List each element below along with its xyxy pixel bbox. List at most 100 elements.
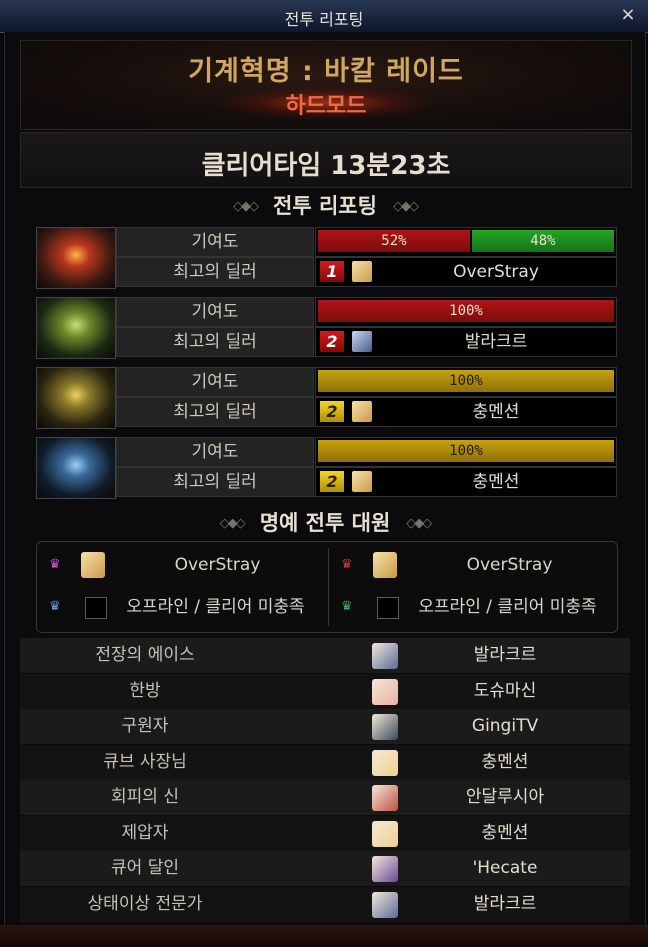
top-dealer-label: 최고의 딜러 — [116, 397, 314, 427]
top-dealer-cell: 2 발라크르 — [315, 327, 617, 357]
boss-portrait — [36, 437, 116, 499]
member-name: OverStray — [466, 555, 553, 575]
award-row: 큐어 달인 'Hecate — [20, 851, 630, 886]
player-avatar — [372, 714, 398, 740]
rank-badge: 2 — [320, 331, 344, 352]
clear-time-panel: 클리어타임 13분23초 — [20, 132, 632, 188]
honor-heading: ◇◆◇ 명예 전투 대원 ◇◆◇ — [20, 507, 630, 535]
award-player: 충멘션 — [481, 751, 529, 772]
empty-slot-icon — [377, 597, 399, 619]
boss-row: 기여도 52% 48% 최고의 딜러 1 OverStray — [36, 227, 617, 289]
award-title: 제압자 — [121, 822, 169, 843]
rank-badge: 1 — [320, 261, 344, 282]
clear-time: 클리어타임 13분23초 — [201, 151, 451, 181]
award-row: 한방 도슈마신 — [20, 673, 630, 709]
member-name: 오프라인 / 클리어 미충족 — [126, 597, 305, 617]
top-dealer-label: 최고의 딜러 — [116, 327, 314, 357]
member-name: OverStray — [174, 555, 261, 575]
boss-row: 기여도 100% 최고의 딜러 2 충멘션 — [36, 367, 617, 429]
crown-icon: ♛ — [49, 557, 61, 572]
player-avatar — [372, 785, 398, 811]
award-title: 한방 — [129, 680, 161, 701]
dealer-name: 발라크르 — [464, 332, 528, 352]
boss-portrait — [36, 367, 116, 429]
close-icon[interactable]: × — [618, 5, 638, 25]
top-dealer-cell: 2 충멘션 — [315, 467, 617, 497]
contribution-label: 기여도 — [116, 367, 314, 397]
award-title: 큐브 사장님 — [103, 751, 187, 772]
top-dealer-label: 최고의 딜러 — [116, 257, 314, 287]
window-title-bar: 전투 리포팅 × — [0, 0, 648, 33]
honor-member: ♛ 오프라인 / 클리어 미충족 — [37, 588, 322, 626]
player-avatar — [372, 820, 398, 847]
contribution-bar: 100% — [318, 370, 614, 392]
dealer-name: 충멘션 — [472, 472, 520, 492]
dealer-avatar — [352, 471, 372, 492]
contribution-label: 기여도 — [116, 437, 314, 467]
player-avatar — [372, 678, 398, 705]
boss-portrait — [36, 227, 116, 289]
battle-report-title: 전투 리포팅 — [273, 194, 377, 218]
contribution-bar: 100% — [318, 300, 614, 322]
contribution-bar-track: 52% 48% — [315, 227, 617, 257]
honor-member: ♛ OverStray — [329, 546, 614, 584]
window-title: 전투 리포팅 — [284, 10, 364, 29]
top-dealer-cell: 2 충멘션 — [315, 397, 617, 427]
boss-portrait — [36, 297, 116, 359]
boss-row: 기여도 100% 최고의 딜러 2 발라크르 — [36, 297, 617, 359]
contribution-bar-track: 100% — [315, 297, 617, 327]
award-title: 상태이상 전문가 — [87, 893, 203, 914]
award-player: 발라크르 — [473, 893, 537, 914]
honor-member: ♛ 오프라인 / 클리어 미충족 — [329, 588, 614, 626]
ornament-left: ◇◆◇ — [219, 516, 246, 531]
battle-report-heading: ◇◆◇ 전투 리포팅 ◇◆◇ — [20, 190, 630, 218]
award-title: 큐어 달인 — [111, 858, 179, 878]
ornament-right: ◇◆◇ — [392, 199, 419, 214]
award-title: 회피의 신 — [111, 787, 179, 807]
ornament-left: ◇◆◇ — [233, 199, 259, 214]
honor-members-panel: ♛ OverStray ♛ OverStray ♛ 오프라인 / 클리어 미충족 ♛ 오프라인… — [36, 541, 618, 633]
rank-badge: 2 — [320, 471, 344, 492]
raid-name: 기계혁명 : 바칼 레이드 — [188, 56, 464, 87]
contribution-bar-track: 100% — [315, 367, 617, 397]
top-dealer-cell: 1 OverStray — [315, 257, 617, 287]
contribution-label: 기여도 — [116, 297, 314, 327]
contribution-bar-track: 100% — [315, 437, 617, 467]
dealer-name: OverStray — [453, 262, 539, 282]
player-avatar — [372, 643, 398, 669]
player-avatar — [372, 856, 398, 882]
award-player: 충멘션 — [481, 822, 529, 843]
dealer-avatar — [352, 401, 372, 422]
dealer-avatar — [352, 261, 372, 282]
award-row: 회피의 신 안달루시아 — [20, 780, 630, 815]
award-player: GingiTV — [471, 716, 539, 736]
contribution-bar: 52% — [318, 230, 470, 252]
honor-title: 명예 전투 대원 — [259, 511, 391, 535]
award-player: 'Hecate — [472, 858, 538, 878]
award-row: 큐브 사장님 충멘션 — [20, 744, 630, 780]
member-name: 오프라인 / 클리어 미충족 — [418, 597, 597, 617]
award-player: 안달루시아 — [465, 787, 545, 807]
dealer-avatar — [352, 331, 372, 352]
award-player: 도슈마신 — [473, 680, 537, 701]
crown-icon: ♛ — [49, 599, 61, 614]
contribution-bar: 100% — [318, 440, 614, 462]
ornament-right: ◇◆◇ — [406, 516, 432, 531]
difficulty-mode: 하드모드 — [285, 94, 367, 119]
award-player: 발라크르 — [473, 645, 537, 665]
empty-slot-icon — [85, 597, 107, 619]
dealer-name: 충멘션 — [472, 402, 520, 422]
award-title: 구원자 — [121, 716, 169, 736]
member-avatar — [373, 552, 397, 578]
honor-member: ♛ OverStray — [37, 546, 322, 584]
boss-row: 기여도 100% 최고의 딜러 2 충멘션 — [36, 437, 617, 499]
contribution-label: 기여도 — [116, 227, 314, 257]
rank-badge: 2 — [320, 401, 344, 422]
crown-icon: ♛ — [341, 557, 353, 572]
top-dealer-label: 최고의 딜러 — [116, 467, 314, 497]
award-row: 구원자 GingiTV — [20, 709, 630, 744]
player-avatar — [372, 891, 398, 918]
crown-icon: ♛ — [341, 599, 353, 614]
award-row: 상태이상 전문가 발라크르 — [20, 886, 630, 922]
raid-header: 기계혁명 : 바칼 레이드 하드모드 — [20, 40, 632, 130]
